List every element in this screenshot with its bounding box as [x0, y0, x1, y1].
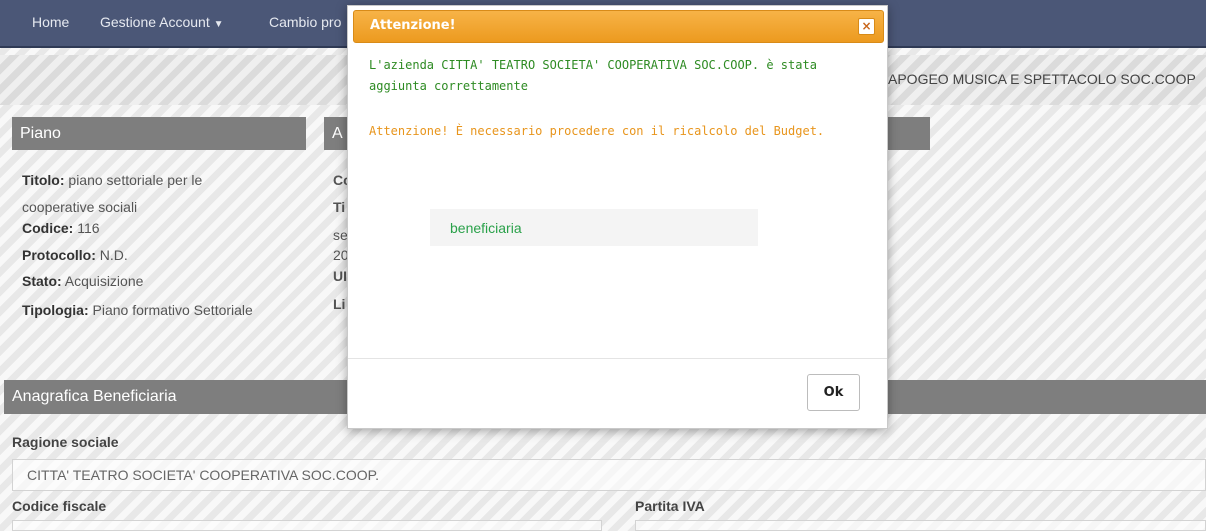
warning-message: Attenzione! È necessario procedere con i… — [369, 124, 825, 138]
alert-dialog: Attenzione! × L'azienda CITTA' TEATRO SO… — [347, 5, 888, 429]
close-icon[interactable]: × — [858, 18, 875, 35]
dialog-title: Attenzione! — [370, 18, 456, 33]
dialog-header: Attenzione! × — [353, 10, 884, 43]
beneficiaria-box: beneficiaria — [430, 209, 758, 246]
success-message: L'azienda CITTA' TEATRO SOCIETA' COOPERA… — [369, 58, 817, 93]
beneficiaria-text: beneficiaria — [450, 220, 522, 236]
dialog-divider — [348, 358, 887, 359]
ok-button[interactable]: Ok — [807, 374, 860, 411]
